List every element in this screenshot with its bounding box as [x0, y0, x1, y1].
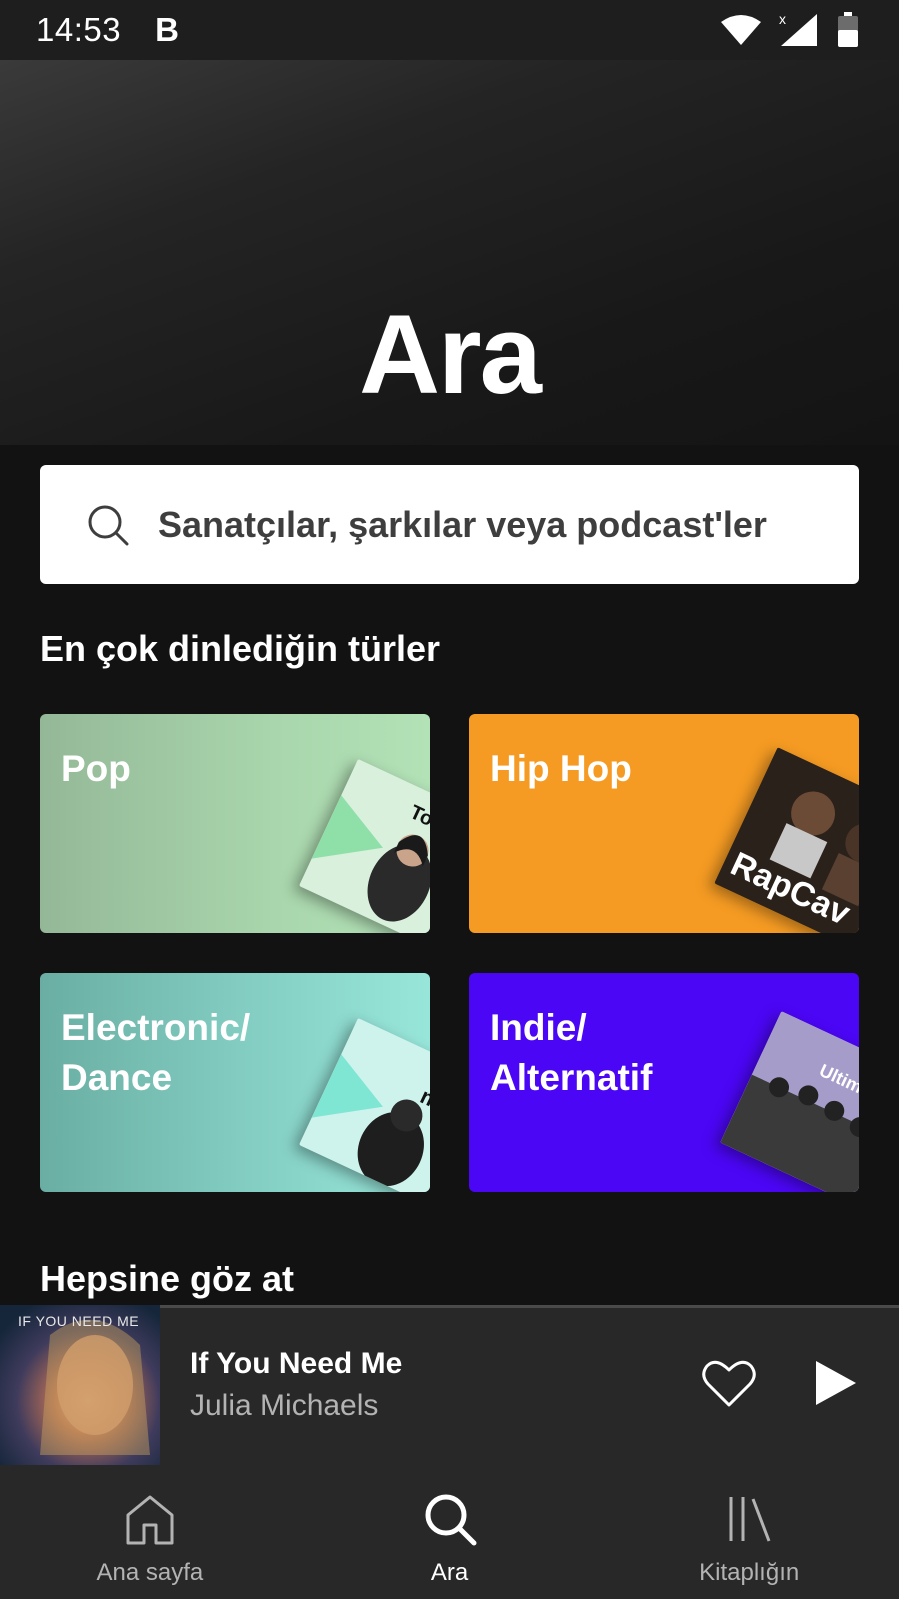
svg-text:x: x — [779, 12, 786, 27]
search-input-placeholder[interactable]: Sanatçılar, şarkılar veya podcast'ler — [158, 465, 767, 584]
genre-card-hip-hop[interactable]: Hip Hop RapCav — [469, 714, 859, 933]
browse-all-title: Hepsine göz at — [40, 1258, 295, 1299]
album-art[interactable]: IF YOU NEED ME — [0, 1305, 160, 1465]
wifi-icon — [721, 15, 761, 45]
genre-label: Electronic/ Dance — [61, 1007, 251, 1098]
nav-search[interactable]: Ara — [300, 1465, 600, 1599]
top-genres-title: En çok dinlediğin türler — [40, 628, 441, 669]
cover-art — [720, 1011, 859, 1192]
genre-card-electronic-dance[interactable]: Electronic/ Dance mim — [40, 973, 430, 1192]
play-icon[interactable] — [808, 1357, 860, 1409]
hero-header: Ara — [0, 60, 899, 445]
battery-icon — [838, 12, 858, 47]
search-bar[interactable]: Sanatçılar, şarkılar veya podcast'ler — [40, 465, 859, 584]
nav-library[interactable]: Kitaplığın — [599, 1465, 899, 1599]
page-title: Ara — [359, 292, 542, 417]
genre-label: Indie/ Alternatif — [490, 1007, 653, 1098]
home-icon — [126, 1495, 174, 1545]
nav-label: Ara — [430, 1559, 469, 1586]
playlist-cover: Today's Top H — [298, 758, 430, 933]
cover-art — [311, 795, 430, 922]
bottom-nav: Ana sayfa Ara Kitaplığın — [0, 1465, 899, 1599]
nav-label: Kitaplığın — [699, 1559, 800, 1586]
search-icon — [425, 1494, 476, 1546]
genre-card-indie-alternatif[interactable]: Indie/ Alternatif Ultimate I — [469, 973, 859, 1192]
search-icon — [88, 505, 129, 546]
heart-icon[interactable] — [700, 1355, 758, 1413]
library-icon — [729, 1497, 771, 1542]
genre-card-pop[interactable]: Pop Today's Top H — [40, 714, 430, 933]
playlist-cover: Ultimate I — [720, 1011, 859, 1192]
track-artist[interactable]: Julia Michaels — [190, 1389, 378, 1423]
genre-label: Pop — [61, 748, 131, 789]
notification-letter: B — [155, 11, 179, 48]
genre-label: Hip Hop — [490, 748, 632, 789]
mini-player[interactable]: IF YOU NEED ME If You Need Me Julia Mich… — [0, 1305, 899, 1465]
track-title[interactable]: If You Need Me — [190, 1347, 402, 1381]
status-bar: 14:53 B x — [0, 0, 899, 60]
playlist-cover: RapCav — [714, 747, 859, 933]
cover-art — [311, 1054, 424, 1187]
album-art-image — [40, 1319, 150, 1455]
signal-icon: x — [779, 12, 817, 46]
album-art-title: IF YOU NEED ME — [18, 1313, 140, 1329]
playlist-cover: mim — [298, 1017, 430, 1192]
nav-label: Ana sayfa — [96, 1559, 204, 1586]
nav-home[interactable]: Ana sayfa — [0, 1465, 300, 1599]
status-time: 14:53 — [36, 11, 122, 48]
status-icons: x — [721, 10, 859, 50]
